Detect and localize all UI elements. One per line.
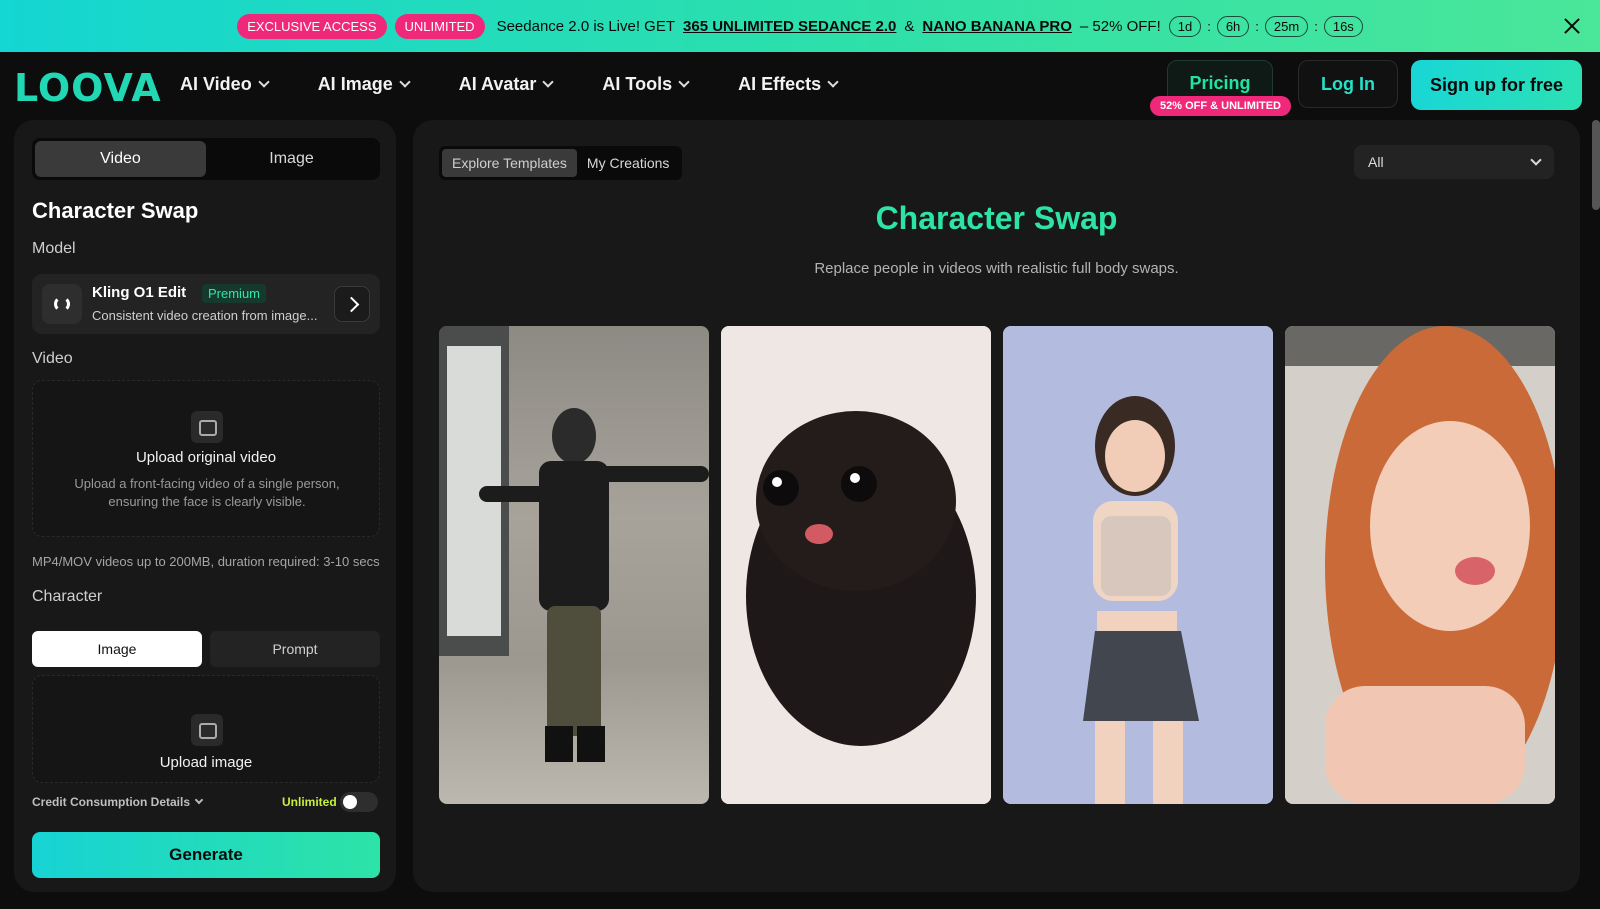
chevron-down-icon: [1530, 153, 1542, 166]
page-subtitle: Replace people in videos with realistic …: [814, 260, 1179, 277]
chevron-down-icon: [399, 76, 411, 88]
video-upload-icon: [191, 411, 223, 443]
filter-value: All: [1368, 154, 1384, 170]
template-card[interactable]: [439, 326, 709, 804]
right-panel: Explore Templates My Creations All Chara…: [413, 120, 1580, 892]
redhead-woman-thumbnail: [1285, 326, 1555, 804]
loova-logo[interactable]: LOOVA: [14, 66, 162, 110]
chevron-down-icon: [194, 795, 204, 804]
character-prompt-tab[interactable]: Prompt: [210, 631, 380, 667]
image-upload-area[interactable]: Upload image: [32, 675, 380, 783]
promo-banner: EXCLUSIVE ACCESS UNLIMITED Seedance 2.0 …: [0, 0, 1600, 52]
model-name: Kling O1 Edit: [92, 284, 187, 301]
credit-details-toggle[interactable]: Credit Consumption Details: [32, 795, 204, 809]
menu-label: AI Avatar: [458, 74, 537, 94]
man-dancing-thumbnail: [439, 326, 709, 762]
premium-badge: Premium: [202, 284, 267, 303]
video-upload-description: Upload a front-facing video of a single …: [74, 476, 340, 509]
timer-sep: :: [1314, 18, 1318, 34]
menu-label: AI Video: [180, 74, 252, 94]
signup-button[interactable]: Sign up for free: [1411, 60, 1582, 110]
menu-label: AI Image: [317, 74, 393, 94]
unlimited-toggle[interactable]: [340, 792, 378, 812]
model-label: Model: [32, 240, 76, 257]
timer-minutes: 25m: [1264, 15, 1309, 37]
woman-posing-thumbnail: [1003, 326, 1273, 804]
character-image-tab[interactable]: Image: [32, 631, 202, 667]
timer-days: 1d: [1168, 15, 1202, 37]
mode-video-tab[interactable]: Video: [35, 141, 206, 177]
page-scrollbar[interactable]: [1592, 120, 1600, 210]
black-kitten-thumbnail: [721, 326, 991, 804]
video-requirements-note: MP4/MOV videos up to 200MB, duration req…: [32, 554, 380, 569]
template-card[interactable]: [721, 326, 991, 804]
generate-button[interactable]: Generate: [32, 832, 380, 878]
video-label: Video: [32, 350, 73, 367]
timer-hours: 6h: [1216, 15, 1250, 37]
menu-ai-image[interactable]: AI Image: [317, 74, 411, 95]
image-upload-title: Upload image: [159, 754, 253, 771]
menu-ai-tools[interactable]: AI Tools: [602, 74, 690, 95]
promo-message: Seedance 2.0 is Live! GET: [496, 17, 676, 35]
login-button[interactable]: Log In: [1298, 60, 1398, 108]
menu-ai-effects[interactable]: AI Effects: [738, 74, 839, 95]
promo-link-sedance[interactable]: 365 UNLIMITED SEDANCE 2.0: [683, 18, 896, 35]
kling-model-icon: [42, 284, 82, 324]
template-card[interactable]: [1285, 326, 1555, 804]
close-icon[interactable]: [1560, 14, 1584, 38]
gallery-tabs: Explore Templates My Creations: [439, 146, 683, 180]
category-filter-select[interactable]: All: [1354, 145, 1554, 179]
character-mode-switch: Image Prompt: [32, 631, 380, 667]
timer-sep: :: [1255, 18, 1259, 34]
main-menu: AI Video AI Image AI Avatar AI Tools AI …: [180, 74, 839, 95]
left-panel: Video Image Character Swap Model Kling O…: [14, 120, 396, 892]
image-upload-icon: [191, 714, 223, 746]
chevron-down-icon: [542, 76, 555, 88]
unlimited-badge: UNLIMITED: [394, 13, 485, 39]
model-selector[interactable]: Kling O1 Edit Premium Consistent video c…: [32, 274, 380, 334]
promo-amp: &: [904, 17, 915, 35]
chevron-down-icon: [678, 76, 690, 88]
menu-label: AI Effects: [738, 74, 822, 94]
chevron-down-icon: [827, 76, 839, 88]
timer-sep: :: [1207, 18, 1211, 34]
model-description: Consistent video creation from image...: [92, 308, 318, 323]
promo-discount: – 52% OFF!: [1079, 17, 1161, 35]
promo-link-nano-banana[interactable]: NANO BANANA PRO: [922, 18, 1071, 35]
menu-ai-video[interactable]: AI Video: [180, 74, 270, 95]
tab-my-creations[interactable]: My Creations: [577, 149, 679, 177]
menu-ai-avatar[interactable]: AI Avatar: [458, 74, 555, 95]
timer-seconds: 16s: [1323, 15, 1363, 37]
mode-image-tab[interactable]: Image: [206, 141, 377, 177]
chevron-right-icon[interactable]: [334, 286, 370, 322]
mode-switch: Video Image: [32, 138, 380, 180]
character-label: Character: [32, 588, 103, 605]
credit-details-label: Credit Consumption Details: [32, 795, 191, 809]
chevron-down-icon: [258, 76, 270, 88]
tab-explore-templates[interactable]: Explore Templates: [442, 149, 577, 177]
unlimited-label: Unlimited: [282, 795, 337, 809]
video-upload-area[interactable]: Upload original video Upload a front-fac…: [32, 380, 380, 537]
pricing-discount-badge: 52% OFF & UNLIMITED: [1150, 96, 1292, 116]
panel-title: Character Swap: [32, 198, 199, 223]
exclusive-access-badge: EXCLUSIVE ACCESS: [237, 13, 387, 39]
page-title: Character Swap: [875, 200, 1118, 236]
template-card[interactable]: [1003, 326, 1273, 804]
menu-label: AI Tools: [602, 74, 673, 94]
video-upload-title: Upload original video: [135, 449, 277, 466]
